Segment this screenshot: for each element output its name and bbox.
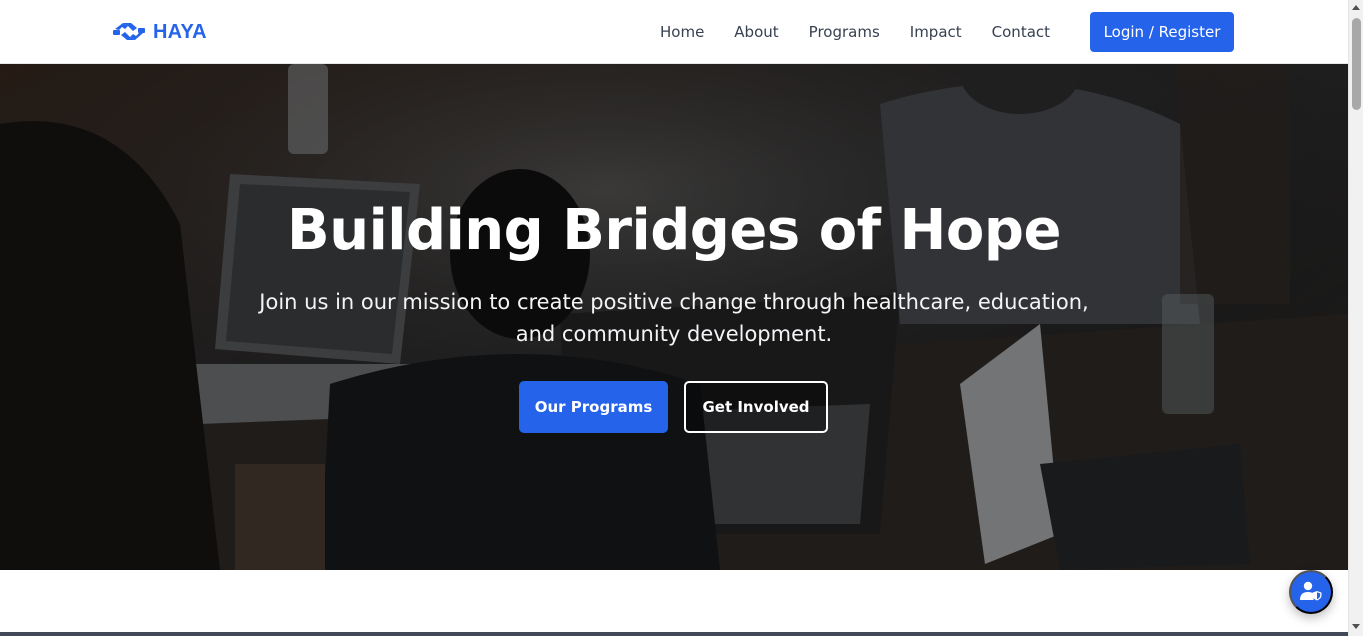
nav-link-programs[interactable]: Programs — [809, 23, 880, 41]
hero-content: Building Bridges of Hope Join us in our … — [0, 64, 1348, 570]
nav-link-home[interactable]: Home — [660, 23, 704, 41]
get-involved-button[interactable]: Get Involved — [684, 381, 828, 433]
floating-user-button[interactable] — [1289, 570, 1333, 614]
login-register-button[interactable]: Login / Register — [1090, 12, 1234, 52]
scrollbar-thumb[interactable] — [1352, 18, 1361, 110]
user-shield-icon — [1300, 581, 1322, 604]
nav-link-impact[interactable]: Impact — [910, 23, 962, 41]
scroll-up-arrow-icon[interactable] — [1352, 5, 1360, 10]
our-programs-button[interactable]: Our Programs — [519, 381, 668, 433]
page: HAYA Home About Programs Impact Contact … — [0, 0, 1363, 636]
nav-links: Home About Programs Impact Contact — [660, 0, 1050, 64]
nav-link-contact[interactable]: Contact — [992, 23, 1050, 41]
next-section-edge — [0, 632, 1348, 636]
nav-link-about[interactable]: About — [734, 23, 778, 41]
navbar: HAYA Home About Programs Impact Contact … — [0, 0, 1348, 64]
hero-subtitle: Join us in our mission to create positiv… — [259, 290, 1089, 346]
brand-logo-link[interactable]: HAYA — [113, 18, 207, 46]
brand-name: HAYA — [153, 20, 207, 43]
hero-section: Building Bridges of Hope Join us in our … — [0, 64, 1348, 570]
page-scrollbar[interactable] — [1348, 0, 1363, 636]
handshake-icon — [113, 18, 145, 46]
hero-title: Building Bridges of Hope — [287, 198, 1061, 263]
scroll-down-arrow-icon[interactable] — [1352, 624, 1360, 629]
